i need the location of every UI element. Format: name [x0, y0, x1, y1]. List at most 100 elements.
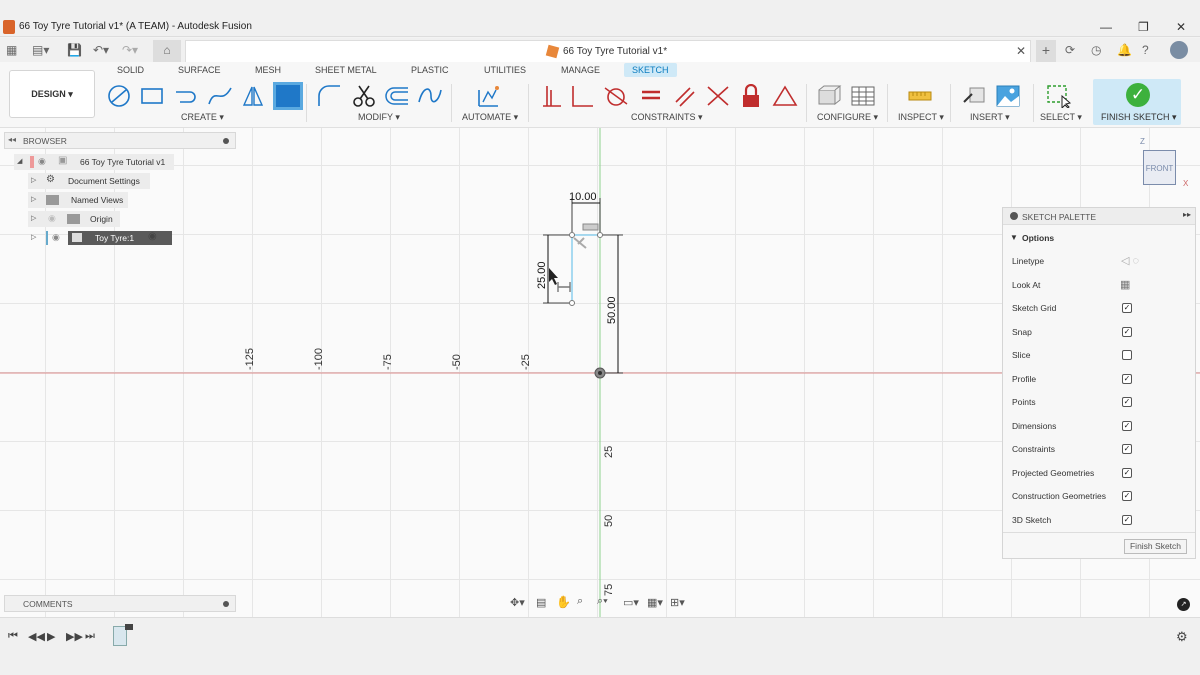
constraints-checkbox[interactable]: ✓: [1122, 444, 1132, 454]
zoom-window-icon[interactable]: ⌕▾: [597, 595, 608, 608]
activate-radio-icon[interactable]: ◉: [148, 231, 157, 242]
home-icon[interactable]: ⌂: [153, 40, 181, 62]
viewcube[interactable]: FRONT: [1143, 150, 1176, 185]
comments-pin-icon[interactable]: [223, 601, 229, 607]
step-forward-icon[interactable]: ▶▶: [66, 630, 83, 643]
offset-tool-icon[interactable]: [384, 84, 410, 108]
tree-item-component[interactable]: ▷ ◉ Toy Tyre:1 ◉: [28, 230, 172, 246]
viewports-icon[interactable]: ⊞▾: [670, 596, 685, 609]
spline-tool-icon[interactable]: [207, 84, 233, 108]
inspect-menu[interactable]: INSPECT ▾: [898, 112, 944, 123]
save-icon[interactable]: 💾: [67, 43, 82, 57]
tab-plastic[interactable]: PLASTIC: [411, 65, 449, 75]
parallel-constraint-icon[interactable]: [672, 84, 698, 108]
symmetry-constraint-icon[interactable]: [772, 84, 798, 108]
insert-canvas-icon[interactable]: [995, 84, 1021, 108]
insert-derive-icon[interactable]: [962, 84, 988, 108]
pin-icon[interactable]: [223, 138, 229, 144]
close-tab-icon[interactable]: ✕: [1016, 44, 1026, 58]
expand-icon[interactable]: ▷: [31, 176, 36, 184]
fillet-tool-icon[interactable]: [316, 84, 342, 108]
look-at-icon[interactable]: ▦: [1120, 278, 1130, 291]
undo-icon[interactable]: ↶▾: [93, 43, 109, 57]
measure-icon[interactable]: [907, 84, 933, 108]
sketch-grid-checkbox[interactable]: ✓: [1122, 303, 1132, 313]
job-status-icon[interactable]: ◷: [1091, 43, 1101, 57]
tab-solid[interactable]: SOLID: [117, 65, 144, 75]
quick-access-icon[interactable]: ↗: [1177, 598, 1190, 611]
eye-icon[interactable]: ◉: [52, 232, 60, 243]
fix-constraint-icon[interactable]: [738, 84, 764, 108]
close-icon[interactable]: ✕: [1176, 20, 1186, 34]
eye-icon[interactable]: ◉: [38, 156, 46, 167]
tangent-constraint-icon[interactable]: [603, 84, 629, 108]
expand-icon[interactable]: ◢: [17, 157, 22, 165]
vertical-constraint-glyph[interactable]: [573, 237, 587, 249]
file-menu-icon[interactable]: ▤▾: [32, 43, 49, 57]
extensions-icon[interactable]: ⟳: [1065, 43, 1075, 57]
zoom-icon[interactable]: ⌕: [577, 595, 583, 608]
midpoint-constraint-icon[interactable]: [705, 84, 731, 108]
profile-checkbox[interactable]: ✓: [1122, 374, 1132, 384]
configure-icon[interactable]: [816, 84, 842, 108]
workspace-switcher[interactable]: DESIGN ▾: [9, 70, 95, 118]
horizontal-constraint-glyph[interactable]: [582, 223, 599, 231]
tree-item-named-views[interactable]: ▷ Named Views: [28, 192, 128, 208]
line-tool-icon[interactable]: [106, 84, 132, 108]
perpendicular-constraint-icon[interactable]: [569, 84, 595, 108]
tree-item-origin[interactable]: ▷ ◉ Origin: [28, 211, 120, 227]
automate-menu[interactable]: AUTOMATE ▾: [462, 112, 518, 123]
avatar[interactable]: [1170, 41, 1188, 59]
palette-header[interactable]: SKETCH PALETTE ▸▸: [1003, 208, 1195, 225]
curve-tool-icon[interactable]: [417, 84, 443, 108]
linetype-icons[interactable]: ◁ ◌: [1121, 254, 1139, 267]
apps-grid-icon[interactable]: ▦: [6, 43, 17, 57]
slice-checkbox[interactable]: [1122, 350, 1132, 360]
palette-finish-sketch-button[interactable]: Finish Sketch: [1124, 539, 1187, 554]
select-menu[interactable]: SELECT ▾: [1040, 112, 1082, 123]
constraints-menu[interactable]: CONSTRAINTS ▾: [631, 112, 703, 123]
browser-panel-header[interactable]: ◂◂ BROWSER: [4, 132, 236, 149]
slot-tool-icon[interactable]: [172, 84, 198, 108]
eye-hidden-icon[interactable]: ◉: [48, 213, 56, 224]
timeline-marker[interactable]: [125, 624, 133, 630]
select-icon[interactable]: [1046, 84, 1072, 108]
expand-icon[interactable]: ▷: [31, 214, 36, 222]
grid-settings-icon[interactable]: ▦▾: [647, 596, 663, 609]
dimensions-checkbox[interactable]: ✓: [1122, 421, 1132, 431]
automate-tool-icon[interactable]: [476, 84, 502, 108]
palette-pin-icon[interactable]: [1010, 212, 1018, 220]
modify-menu[interactable]: MODIFY ▾: [358, 112, 400, 123]
project-tool-icon[interactable]: [273, 82, 303, 110]
go-to-start-icon[interactable]: ⏮: [8, 630, 18, 643]
dimension-constraint-glyph[interactable]: [557, 282, 571, 292]
pan-icon[interactable]: ✋: [556, 595, 571, 609]
projected-geometries-checkbox[interactable]: ✓: [1122, 468, 1132, 478]
display-settings-icon[interactable]: ▭▾: [623, 596, 639, 609]
trim-tool-icon[interactable]: [351, 84, 377, 108]
dimension-left[interactable]: 25.00: [536, 261, 548, 289]
snap-checkbox[interactable]: ✓: [1122, 327, 1132, 337]
notifications-icon[interactable]: 🔔: [1117, 43, 1132, 57]
configuration-table-icon[interactable]: [850, 84, 876, 108]
new-tab-icon[interactable]: +: [1036, 40, 1056, 62]
tab-surface[interactable]: SURFACE: [178, 65, 221, 75]
mirror-tool-icon[interactable]: [240, 84, 266, 108]
construction-geometries-checkbox[interactable]: ✓: [1122, 491, 1132, 501]
timeline-settings-gear-icon[interactable]: ⚙: [1176, 629, 1188, 645]
coincident-constraint-icon[interactable]: [539, 84, 565, 108]
play-icon[interactable]: ▶: [47, 630, 55, 643]
sketch-point[interactable]: [569, 232, 575, 238]
tab-sheet-metal[interactable]: SHEET METAL: [315, 65, 377, 75]
expand-icon[interactable]: ▷: [31, 195, 36, 203]
insert-menu[interactable]: INSERT ▾: [970, 112, 1010, 123]
comments-panel-header[interactable]: COMMENTS: [4, 595, 236, 612]
tab-utilities[interactable]: UTILITIES: [484, 65, 526, 75]
tab-manage[interactable]: MANAGE: [561, 65, 600, 75]
document-tab[interactable]: 66 Toy Tyre Tutorial v1* ✕: [185, 40, 1031, 62]
section-collapse-icon[interactable]: ▼: [1010, 233, 1018, 242]
tree-item-document-settings[interactable]: ▷ ⚙ Document Settings: [28, 173, 150, 189]
redo-icon[interactable]: ↷▾: [122, 43, 138, 57]
maximize-icon[interactable]: ❐: [1138, 20, 1149, 34]
points-checkbox[interactable]: ✓: [1122, 397, 1132, 407]
